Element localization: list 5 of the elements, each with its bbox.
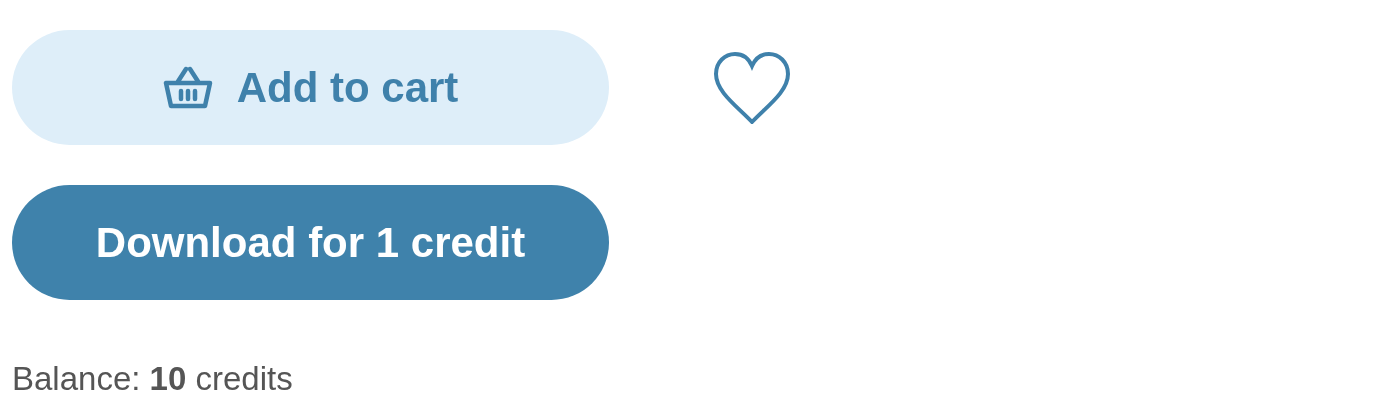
basket-icon	[162, 65, 213, 110]
heart-icon[interactable]	[713, 51, 791, 124]
add-to-cart-button[interactable]: Add to cart	[12, 30, 609, 145]
download-button[interactable]: Download for 1 credit	[12, 185, 609, 300]
balance-text: Balance: 10 credits	[12, 360, 294, 398]
